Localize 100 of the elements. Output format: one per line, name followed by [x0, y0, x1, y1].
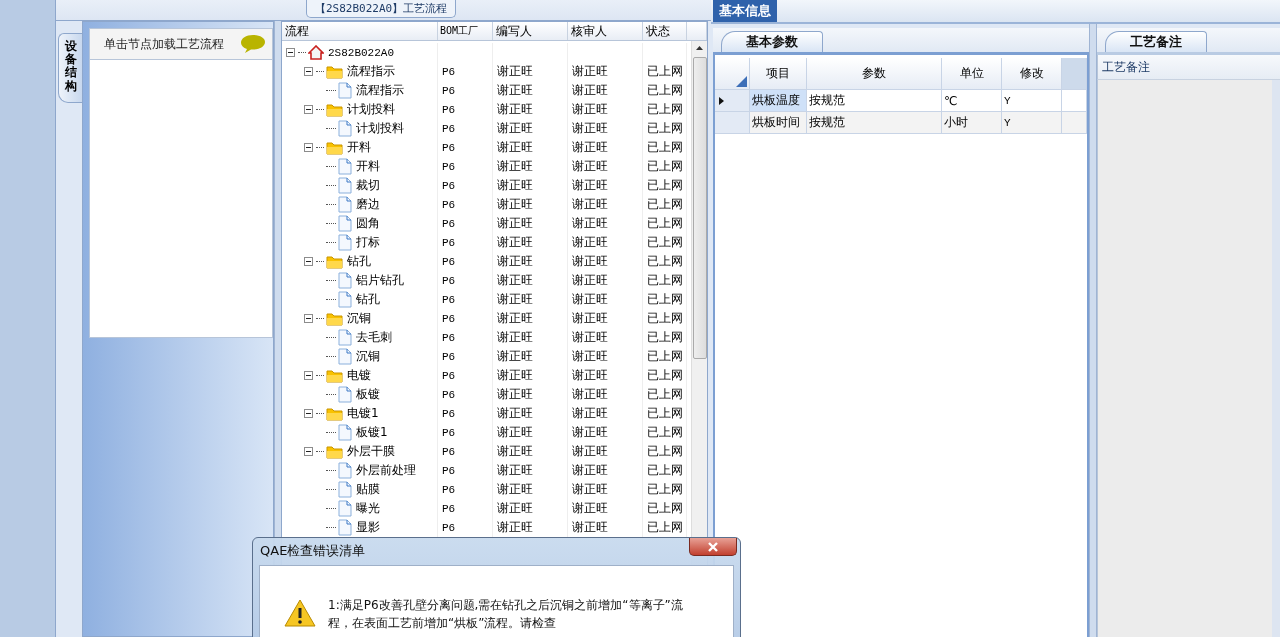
table-cell: 谢正旺: [572, 177, 608, 194]
tree-node-label[interactable]: 流程指示: [356, 82, 404, 99]
close-button[interactable]: [689, 538, 737, 556]
tree-node-label[interactable]: 钻孔: [356, 291, 380, 308]
column-header[interactable]: 参数: [807, 58, 942, 90]
table-cell: 谢正旺: [572, 63, 608, 80]
tree-node-label[interactable]: 贴膜: [356, 481, 380, 498]
current-row-icon: [719, 96, 724, 105]
table-cell: 谢正旺: [497, 367, 533, 384]
table-cell: 谢正旺: [572, 196, 608, 213]
tree-node-label[interactable]: 板镀1: [356, 424, 388, 441]
tree-node-label[interactable]: 沉铜: [347, 310, 371, 327]
table-cell: 谢正旺: [497, 272, 533, 289]
column-header[interactable]: 单位: [942, 58, 1002, 90]
tree-node-label[interactable]: 外层前处理: [356, 462, 416, 479]
house-icon: [308, 45, 324, 60]
folder-icon: [326, 311, 343, 326]
tree-node-label[interactable]: 电镀: [347, 367, 371, 384]
table-cell: P6: [442, 103, 456, 116]
table-cell: 谢正旺: [497, 424, 533, 441]
table-cell: 谢正旺: [497, 443, 533, 460]
tree-node-label[interactable]: 开料: [347, 139, 371, 156]
collapse-icon[interactable]: [304, 143, 313, 152]
table-cell: 已上网: [647, 462, 683, 479]
table-cell: ℃: [944, 93, 958, 108]
table-cell: 谢正旺: [572, 424, 608, 441]
folder-icon: [326, 140, 343, 155]
column-header[interactable]: 修改: [1002, 58, 1062, 90]
table-cell: 已上网: [647, 272, 683, 289]
tab[interactable]: 基本参数: [721, 31, 823, 52]
tree-node-label[interactable]: 打标: [356, 234, 380, 251]
table-cell: 已上网: [647, 329, 683, 346]
tree-node-label[interactable]: 磨边: [356, 196, 380, 213]
tree-node-label[interactable]: 钻孔: [347, 253, 371, 270]
table-cell: 已上网: [647, 63, 683, 80]
table-cell: 谢正旺: [572, 82, 608, 99]
table-cell: 已上网: [647, 253, 683, 270]
table-cell: P6: [442, 502, 456, 515]
document-icon: [338, 519, 352, 536]
column-header[interactable]: 状态: [643, 22, 687, 40]
tree-node-label[interactable]: 沉铜: [356, 348, 380, 365]
folder-icon: [326, 444, 343, 459]
table-cell: P6: [442, 350, 456, 363]
tree-node-label[interactable]: 计划投料: [347, 101, 395, 118]
tab[interactable]: 工艺备注: [1105, 31, 1207, 52]
document-icon: [338, 82, 352, 99]
tree-node-label[interactable]: 2S82B022A0: [328, 46, 394, 59]
speech-bubble-icon: [240, 34, 266, 54]
collapse-icon[interactable]: [304, 257, 313, 266]
column-header[interactable]: 编写人: [493, 22, 568, 40]
table-cell: 谢正旺: [497, 310, 533, 327]
table-cell: P6: [442, 483, 456, 496]
table-cell: 已上网: [647, 215, 683, 232]
tree-node-label[interactable]: 显影: [356, 519, 380, 536]
tree-node-label[interactable]: 外层干膜: [347, 443, 395, 460]
table-cell: P6: [442, 426, 456, 439]
column-header[interactable]: 项目: [750, 58, 807, 90]
tree-node-label[interactable]: 去毛刺: [356, 329, 392, 346]
column-header[interactable]: 流程: [282, 22, 438, 40]
tree-node-label[interactable]: 曝光: [356, 500, 380, 517]
table-cell: 谢正旺: [572, 139, 608, 156]
row-header[interactable]: [715, 90, 750, 112]
document-icon: [338, 462, 352, 479]
collapse-icon[interactable]: [286, 48, 295, 57]
table-cell: P6: [442, 369, 456, 382]
collapse-icon[interactable]: [304, 105, 313, 114]
collapse-icon[interactable]: [304, 447, 313, 456]
collapse-icon[interactable]: [304, 67, 313, 76]
collapse-icon[interactable]: [304, 371, 313, 380]
tree-node-label[interactable]: 电镀1: [347, 405, 379, 422]
folder-icon: [326, 64, 343, 79]
table-cell: 已上网: [647, 500, 683, 517]
tree-node-label[interactable]: 计划投料: [356, 120, 404, 137]
table-cell: P6: [442, 160, 456, 173]
dialog-title: QAE检查错误清单: [259, 542, 366, 560]
table-cell: 谢正旺: [572, 101, 608, 118]
document-icon: [338, 500, 352, 517]
collapse-icon[interactable]: [304, 314, 313, 323]
tree-node-label[interactable]: 板镀: [356, 386, 380, 403]
table-cell: 按规范: [809, 114, 845, 131]
tree-node-label[interactable]: 开料: [356, 158, 380, 175]
table-cell: P6: [442, 65, 456, 78]
tab[interactable]: 基本信息: [713, 0, 777, 22]
table-cell: 谢正旺: [497, 196, 533, 213]
table-cell: P6: [442, 217, 456, 230]
column-header[interactable]: 核审人: [568, 22, 643, 40]
table-cell: 已上网: [647, 101, 683, 118]
tree-node-label[interactable]: 流程指示: [347, 63, 395, 80]
side-tab[interactable]: 设备结构: [58, 33, 82, 103]
collapse-icon[interactable]: [304, 409, 313, 418]
table-cell: 已上网: [647, 139, 683, 156]
document-icon: [338, 386, 352, 403]
tree-node-label[interactable]: 圆角: [356, 215, 380, 232]
column-header[interactable]: BOM工厂: [438, 22, 493, 40]
table-cell: 谢正旺: [572, 519, 608, 536]
table-cell: 已上网: [647, 386, 683, 403]
tree-node-label[interactable]: 裁切: [356, 177, 380, 194]
table-cell: 谢正旺: [497, 519, 533, 536]
tree-node-label[interactable]: 铝片钻孔: [356, 272, 404, 289]
table-cell: Y: [1004, 94, 1011, 107]
